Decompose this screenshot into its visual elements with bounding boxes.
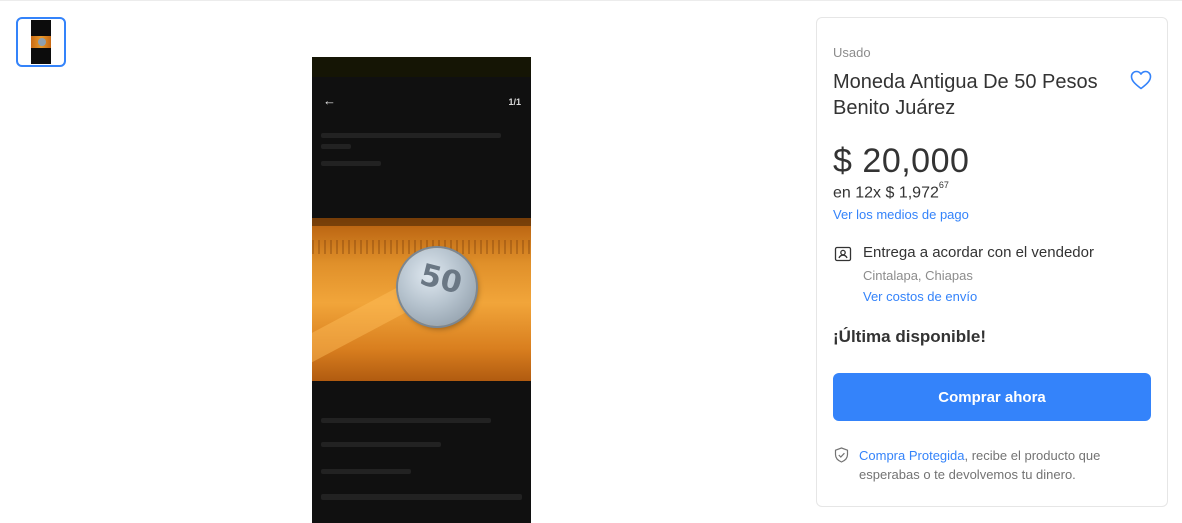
buy-now-button[interactable]: Comprar ahora [833,373,1151,421]
installments-text: en 12x $ 1,972 [833,184,939,202]
blurred-text-line [321,144,351,149]
blurred-text-line [321,469,411,474]
installments-cents: 67 [938,180,949,190]
heart-icon[interactable] [1129,68,1153,92]
payment-methods-link[interactable]: Ver los medios de pago [833,207,969,222]
screenshot-status-bar [312,57,531,77]
seller-location: Cintalapa, Chiapas [863,268,973,283]
blurred-text-line [321,442,441,447]
shipping-costs-link[interactable]: Ver costos de envío [863,289,977,304]
price-amount: 20,000 [862,142,970,180]
condition-label: Usado [833,45,871,60]
product-title: Moneda Antigua De 50 Pesos Benito Juárez [833,71,1098,119]
price: $20,000 [833,142,969,181]
blurred-text-line [321,161,381,166]
arrow-left-icon: ← [323,93,336,108]
installments: en 12x $ 1,97267 [833,180,949,202]
image-counter: 1/1 [508,97,521,107]
blurred-text-line [321,418,491,423]
id-card-icon [834,246,852,262]
purchase-card: Usado Moneda Antigua De 50 Pesos Benito … [816,17,1168,507]
shield-check-icon [834,447,849,463]
currency-symbol: $ [833,142,853,180]
coin-denomination: 50 [416,257,466,302]
product-main-image[interactable]: ← 1/1 50 [312,57,531,523]
protected-purchase-link[interactable]: Compra Protegida [859,448,965,463]
coin-photo: 50 [312,218,531,381]
gallery-thumbnail[interactable] [16,17,66,67]
blurred-button [321,494,522,500]
coin: 50 [398,248,476,326]
delivery-title: Entrega a acordar con el vendedor [863,244,1094,261]
purchase-protection: Compra Protegida, recibe el producto que… [859,446,1149,484]
stock-status: ¡Última disponible! [833,327,986,346]
top-divider [0,0,1182,1]
blurred-text-line [321,133,501,138]
thumbnail-image [31,20,51,64]
